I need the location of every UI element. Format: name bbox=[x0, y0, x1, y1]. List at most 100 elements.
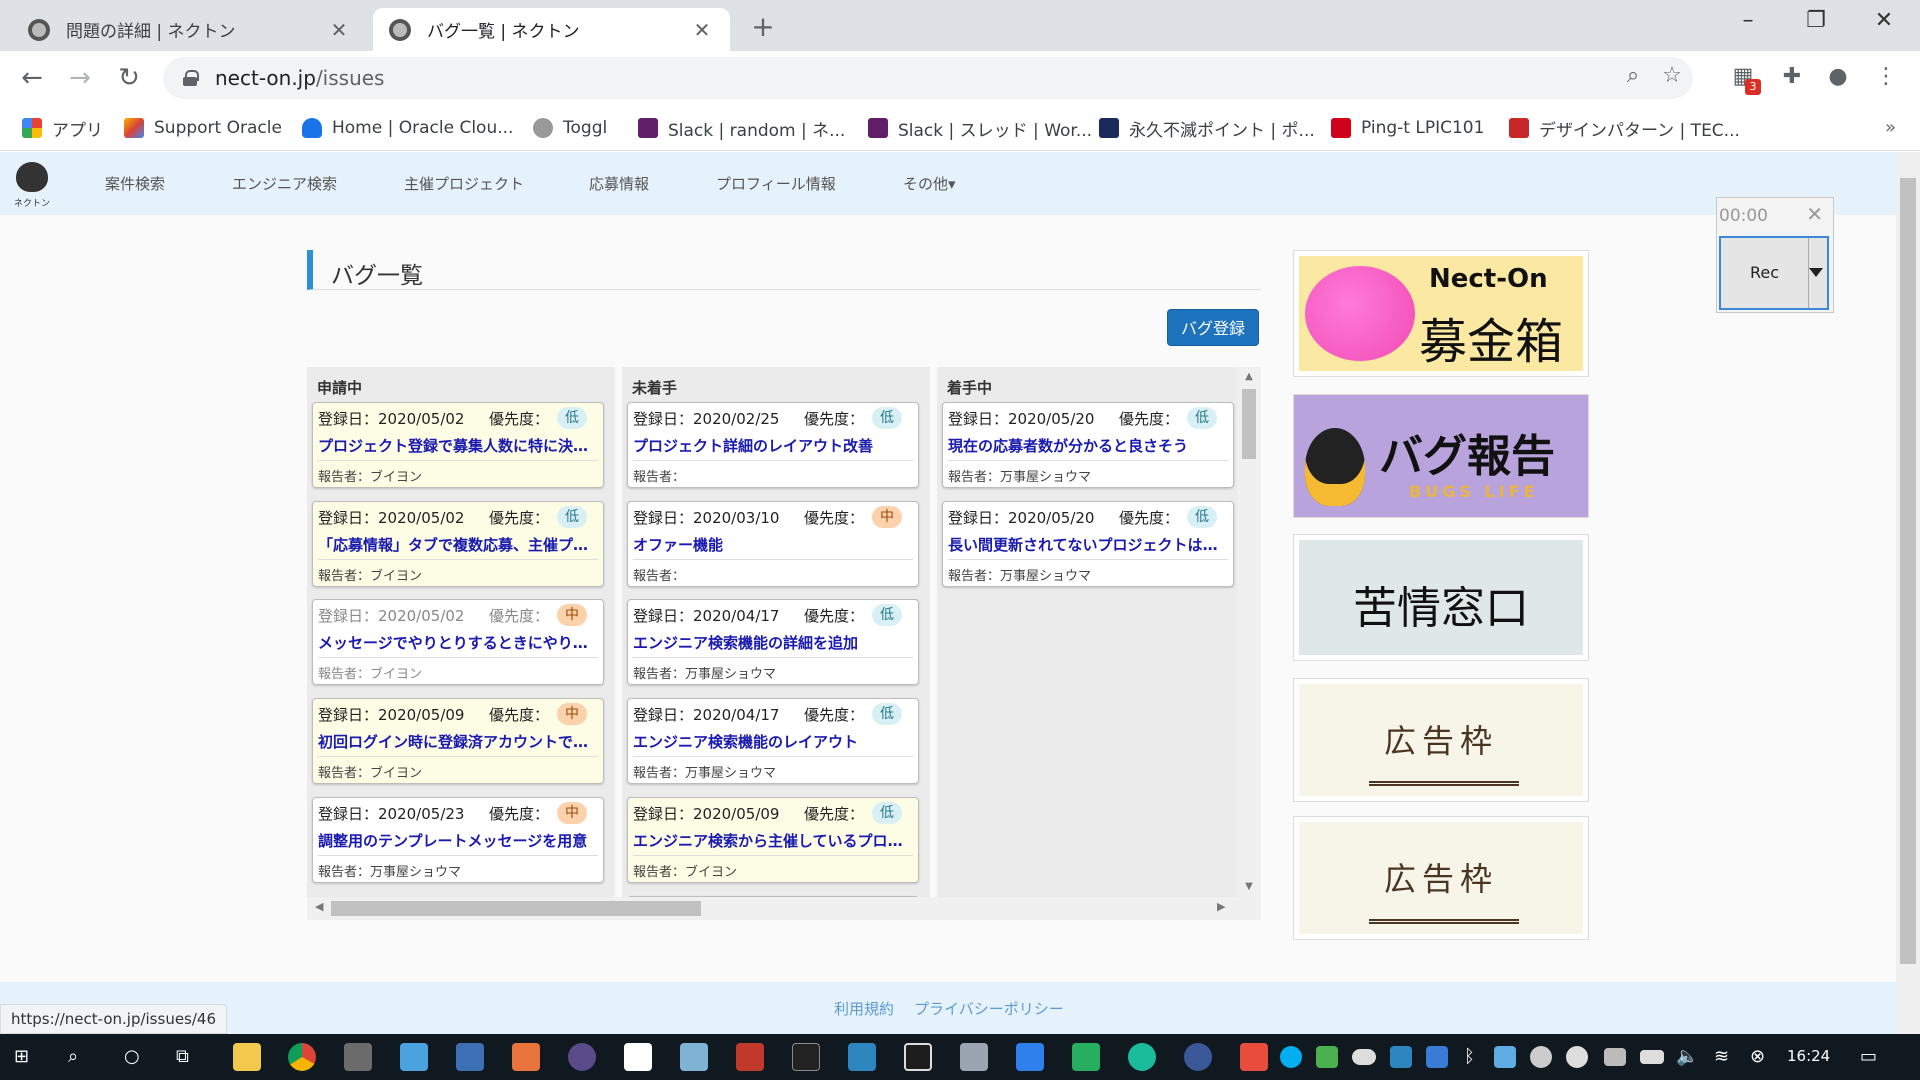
bug-card[interactable]: 登録日：2020/03/10 優先度： 中オファー機能 報告者： bbox=[627, 501, 919, 587]
bookmark-oracle-cloud[interactable]: Home | Oracle Clou... bbox=[302, 115, 513, 141]
bug-card[interactable]: 登録日：2020/05/02 優先度： 中メッセージでやりとりするときにやりとりしや… bbox=[312, 599, 604, 685]
skype-icon[interactable] bbox=[1280, 1046, 1302, 1068]
bookmark-design-pattern[interactable]: デザインパターン | TEC... bbox=[1509, 115, 1740, 141]
bookmark-eikyu-point[interactable]: 永久不滅ポイント | ポ... bbox=[1099, 115, 1315, 141]
scroll-thumb[interactable] bbox=[1900, 178, 1916, 964]
scroll-thumb[interactable] bbox=[331, 901, 701, 916]
app-icon[interactable] bbox=[848, 1043, 876, 1071]
nav-applications[interactable]: 応募情報 bbox=[589, 173, 649, 194]
card-title-link[interactable]: エンジニア検索機能の詳細を追加 bbox=[633, 632, 915, 653]
app-icon[interactable] bbox=[1184, 1043, 1212, 1071]
privacy-policy-link[interactable]: プライバシーポリシー bbox=[914, 998, 1064, 1019]
card-title-link[interactable]: プロジェクト詳細のレイアウト改善 bbox=[633, 435, 915, 456]
bug-card[interactable]: 登録日：2020/05/02 優先度： 低プロジェクト登録で募集人数に特に決まりがな… bbox=[312, 402, 604, 488]
close-icon[interactable]: ✕ bbox=[1806, 202, 1823, 226]
ad-slot-banner[interactable]: 広告枠 bbox=[1293, 678, 1589, 802]
card-title-link[interactable]: プロジェクト登録で募集人数に特に決まりがない場合 bbox=[318, 435, 600, 456]
menu-dots-icon[interactable]: ⋮ bbox=[1870, 61, 1902, 93]
taskbar-clock[interactable]: 16:24 bbox=[1787, 1047, 1830, 1065]
windows-start-icon[interactable]: ⊞ bbox=[14, 1046, 29, 1067]
card-title-link[interactable]: オファー機能 bbox=[633, 534, 915, 555]
minimize-icon[interactable]: – bbox=[1722, 6, 1774, 36]
bug-card[interactable]: 登録日：2020/05/23 優先度： 中調整用のテンプレートメッセージを用意 報告者… bbox=[312, 797, 604, 883]
tab-issue-detail[interactable]: 問題の詳細 | ネクトン ✕ bbox=[12, 8, 367, 51]
register-bug-button[interactable]: バグ登録 bbox=[1167, 309, 1259, 346]
notification-icon[interactable]: ▭ bbox=[1860, 1046, 1877, 1067]
app-icon[interactable] bbox=[960, 1043, 988, 1071]
terminal-icon[interactable] bbox=[792, 1043, 820, 1071]
bookmark-toggl[interactable]: Toggl bbox=[533, 115, 607, 141]
nav-case-search[interactable]: 案件検索 bbox=[105, 173, 165, 194]
app-icon[interactable] bbox=[1390, 1046, 1412, 1068]
close-icon[interactable]: ✕ bbox=[327, 18, 351, 42]
app-icon[interactable] bbox=[1566, 1046, 1588, 1068]
bug-card[interactable]: 登録日：2020/04/17 優先度： 低エンジニア検索機能のレイアウト 報告者：万事… bbox=[627, 698, 919, 784]
scroll-down-icon[interactable]: ▼ bbox=[1237, 881, 1261, 892]
bookmark-slack-random[interactable]: Slack | random | ネ... bbox=[638, 115, 845, 141]
task-view-icon[interactable]: ⧉ bbox=[176, 1046, 189, 1067]
app-icon[interactable] bbox=[1072, 1043, 1100, 1071]
app-icon[interactable] bbox=[1426, 1046, 1448, 1068]
bookmark-apps[interactable]: アプリ bbox=[22, 115, 103, 141]
dropdown-arrow-icon[interactable] bbox=[1809, 268, 1823, 277]
bug-card[interactable]: 登録日：2020/05/20 優先度： 低長い間更新されてないプロジェクトは表示しな… bbox=[942, 501, 1234, 587]
chrome-icon[interactable] bbox=[288, 1043, 316, 1071]
wifi-icon[interactable]: ≋ bbox=[1714, 1046, 1729, 1067]
scroll-thumb[interactable] bbox=[1242, 389, 1256, 459]
search-icon[interactable]: ⌕ bbox=[68, 1046, 78, 1067]
ad-slot-banner[interactable]: 広告枠 bbox=[1293, 816, 1589, 940]
new-tab-button[interactable]: + bbox=[748, 10, 778, 43]
app-icon[interactable] bbox=[736, 1043, 764, 1071]
bookmarks-overflow-icon[interactable]: » bbox=[1885, 117, 1896, 138]
scroll-left-icon[interactable]: ◀ bbox=[315, 900, 323, 913]
app-icon[interactable] bbox=[400, 1043, 428, 1071]
back-arrow-icon[interactable]: ← bbox=[15, 61, 49, 95]
nav-other-dropdown[interactable]: その他▾ bbox=[903, 173, 956, 194]
shield-icon[interactable] bbox=[1316, 1046, 1338, 1068]
bug-card[interactable]: 登録日：2020/05/09 優先度： 中初回ログイン時に登録済アカウントで入る 報告… bbox=[312, 698, 604, 784]
board-vertical-scrollbar[interactable]: ▲ ▼ bbox=[1237, 367, 1261, 897]
card-title-link[interactable]: 調整用のテンプレートメッセージを用意 bbox=[318, 830, 600, 851]
extensions-puzzle-icon[interactable]: ✚ bbox=[1776, 61, 1808, 93]
card-title-link[interactable]: エンジニア検索から主催しているプロジェクト bbox=[633, 830, 915, 851]
reload-icon[interactable]: ↻ bbox=[112, 61, 146, 95]
bookmark-star-icon[interactable]: ☆ bbox=[1657, 63, 1687, 88]
bookmark-ping-t[interactable]: Ping-t LPIC101 bbox=[1331, 115, 1484, 141]
close-icon[interactable]: ✕ bbox=[690, 18, 714, 42]
card-title-link[interactable]: 初回ログイン時に登録済アカウントで入る bbox=[318, 731, 600, 752]
profile-avatar-icon[interactable]: ● bbox=[1822, 61, 1854, 93]
maximize-icon[interactable]: ❐ bbox=[1790, 6, 1842, 36]
card-title-link[interactable]: 現在の応募者数が分かると良さそう bbox=[948, 435, 1230, 456]
bookmark-support-oracle[interactable]: Support Oracle bbox=[124, 115, 282, 141]
bug-card[interactable]: 登録日：2020/05/09 優先度： 低エンジニア検索から主催しているプロジェクト… bbox=[627, 797, 919, 883]
bug-card[interactable]: 登録日：2020/04/17 優先度： 低エンジニア検索機能の詳細を追加 報告者：万事… bbox=[627, 599, 919, 685]
window-close-icon[interactable]: ✕ bbox=[1858, 6, 1910, 36]
complaint-banner[interactable]: 苦情窓口 bbox=[1293, 534, 1589, 661]
bluetooth-icon[interactable]: ᛒ bbox=[1464, 1046, 1475, 1067]
zoom-icon[interactable]: ⌕ bbox=[1618, 63, 1648, 88]
scroll-up-icon[interactable]: ▲ bbox=[1237, 371, 1261, 382]
card-title-link[interactable]: メッセージでやりとりするときにやりとりしやすく bbox=[318, 632, 600, 653]
translate-extension-icon[interactable]: ▦ 3 bbox=[1727, 61, 1761, 95]
card-title-link[interactable]: 長い間更新されてないプロジェクトは表示しない bbox=[948, 534, 1230, 555]
app-icon[interactable] bbox=[568, 1043, 596, 1071]
app-icon[interactable] bbox=[512, 1043, 540, 1071]
rec-button[interactable]: Rec bbox=[1719, 236, 1829, 310]
forward-arrow-icon[interactable]: → bbox=[63, 61, 97, 95]
nav-hosted-projects[interactable]: 主催プロジェクト bbox=[404, 173, 524, 194]
bug-report-banner[interactable]: バグ報告 BUGS LIFE bbox=[1293, 394, 1589, 518]
battery-icon[interactable] bbox=[1640, 1050, 1664, 1064]
onedrive-icon[interactable] bbox=[1352, 1049, 1376, 1065]
monitor-icon[interactable] bbox=[1604, 1048, 1626, 1066]
address-bar[interactable]: nect-on.jp/issues ⌕ ☆ bbox=[163, 57, 1693, 99]
bug-card[interactable]: 登録日：2020/05/20 優先度： 低現在の応募者数が分かると良さそう 報告者：万… bbox=[942, 402, 1234, 488]
file-explorer-icon[interactable] bbox=[233, 1043, 261, 1071]
mail-icon[interactable] bbox=[1016, 1043, 1044, 1071]
recorder-icon[interactable] bbox=[1240, 1043, 1268, 1071]
page-scrollbar[interactable] bbox=[1896, 152, 1920, 1034]
bug-card[interactable]: 登録日：2020/02/25 優先度： 低プロジェクト詳細のレイアウト改善 報告者： bbox=[627, 402, 919, 488]
card-title-link[interactable]: 「応募情報」タブで複数応募、主催プロジェクト bbox=[318, 534, 600, 555]
app-icon[interactable] bbox=[904, 1043, 932, 1071]
terms-link[interactable]: 利用規約 bbox=[834, 998, 894, 1019]
app-icon[interactable] bbox=[1494, 1046, 1516, 1068]
